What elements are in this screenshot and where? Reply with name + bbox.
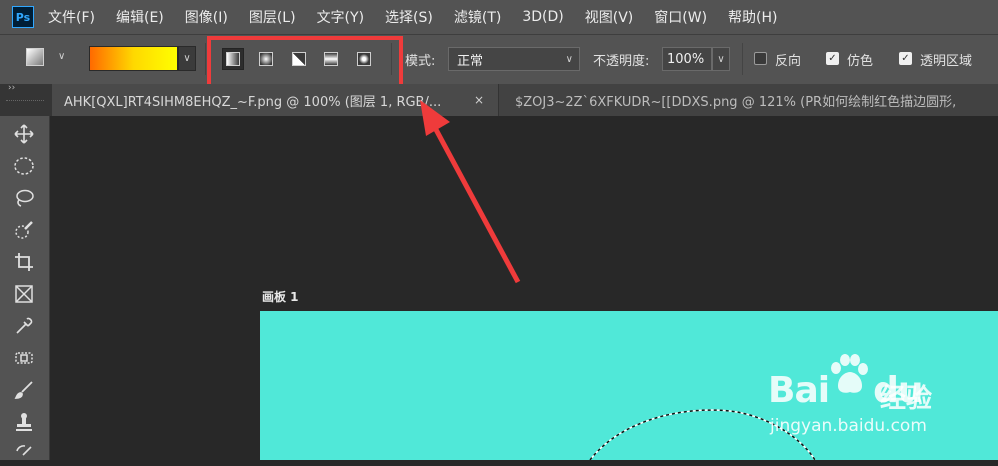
opacity-input[interactable]: 100%: [662, 47, 712, 71]
reverse-label: 反向: [775, 54, 802, 69]
mode-label: 模式:: [405, 54, 436, 69]
tab-document-2[interactable]: $ZOJ3~2Z`6XFKUDR~[[DDXS.png @ 121% (PR如何…: [498, 84, 998, 116]
separator: [205, 43, 206, 75]
history-brush-tool[interactable]: [12, 442, 36, 466]
eyedropper-tool[interactable]: [12, 314, 36, 338]
brush-tool[interactable]: [12, 378, 36, 402]
opacity-label: 不透明度:: [593, 54, 650, 69]
opacity-dropdown[interactable]: ∨: [712, 47, 730, 71]
healing-brush-tool[interactable]: [12, 346, 36, 370]
lasso-tool[interactable]: [12, 186, 36, 210]
menu-select[interactable]: 选择(S): [385, 7, 433, 27]
healing-brush-icon: [15, 352, 33, 364]
menu-layer[interactable]: 图层(L): [249, 7, 296, 27]
tool-preset-picker[interactable]: [26, 48, 44, 66]
options-bar: ∨ ∨ 模式: 正常 ∨ 不透明度: 100% ∨ 反向 ✓ 仿色 ✓ 透明区域: [0, 34, 998, 84]
menu-edit[interactable]: 编辑(E): [116, 7, 164, 27]
opacity-value: 100%: [667, 51, 705, 67]
frame-tool[interactable]: [12, 282, 36, 306]
gradient-picker[interactable]: [89, 46, 178, 71]
frame-icon: [15, 285, 33, 303]
eyedropper-icon: [16, 317, 33, 334]
clone-stamp-tool[interactable]: [12, 410, 36, 434]
annotation-arrow: [420, 100, 521, 284]
reverse-checkbox[interactable]: [754, 52, 767, 65]
ellipse-marquee-icon: [14, 157, 34, 175]
tools-panel: [0, 116, 50, 460]
annotation-highlight-box: [207, 36, 403, 88]
chevron-down-icon: ∨: [717, 53, 725, 65]
marquee-tool[interactable]: [12, 154, 36, 178]
clone-stamp-icon: [16, 413, 32, 431]
watermark-jingyan: 经验: [880, 384, 933, 414]
menu-filter[interactable]: 滤镜(T): [454, 7, 501, 27]
panel-collapse-icon[interactable]: ››: [0, 83, 52, 116]
menu-image[interactable]: 图像(I): [185, 7, 228, 27]
paw-icon: [831, 354, 868, 393]
chevron-down-icon: ∨: [183, 53, 191, 64]
brush-icon: [14, 381, 33, 399]
photoshop-logo: Ps: [12, 6, 34, 28]
transparency-label: 透明区域: [920, 54, 973, 69]
menu-3d[interactable]: 3D(D): [522, 9, 563, 25]
move-tool[interactable]: [12, 122, 36, 146]
transparency-checkbox[interactable]: ✓: [899, 52, 912, 65]
menu-view[interactable]: 视图(V): [585, 7, 634, 27]
menu-file[interactable]: 文件(F): [48, 7, 95, 27]
quick-selection-icon: [15, 221, 33, 239]
chevron-down-icon: ∨: [565, 53, 573, 65]
menu-bar: Ps 文件(F) 编辑(E) 图像(I) 图层(L) 文字(Y) 选择(S) 滤…: [0, 0, 998, 34]
separator: [742, 43, 743, 75]
mode-value: 正常: [457, 53, 484, 69]
mode-select[interactable]: 正常 ∨: [448, 47, 580, 71]
menu-type[interactable]: 文字(Y): [317, 7, 364, 27]
dither-label: 仿色: [847, 54, 874, 69]
artboard-label: 画板 1: [262, 290, 299, 304]
menu-help[interactable]: 帮助(H): [728, 7, 777, 27]
history-brush-icon: [16, 445, 32, 456]
lasso-icon: [16, 189, 34, 207]
tab-label: $ZOJ3~2Z`6XFKUDR~[[DDXS.png @ 121% (PR如何…: [515, 94, 957, 110]
watermark-url: jingyan.baidu.com: [770, 416, 927, 436]
chevron-down-icon[interactable]: ∨: [58, 51, 65, 62]
crop-tool[interactable]: [12, 250, 36, 274]
move-icon: [14, 124, 34, 144]
gradient-dropdown[interactable]: ∨: [178, 46, 196, 71]
menu-window[interactable]: 窗口(W): [654, 7, 707, 27]
dither-checkbox[interactable]: ✓: [826, 52, 839, 65]
crop-icon: [15, 253, 33, 271]
quick-selection-tool[interactable]: [12, 218, 36, 242]
